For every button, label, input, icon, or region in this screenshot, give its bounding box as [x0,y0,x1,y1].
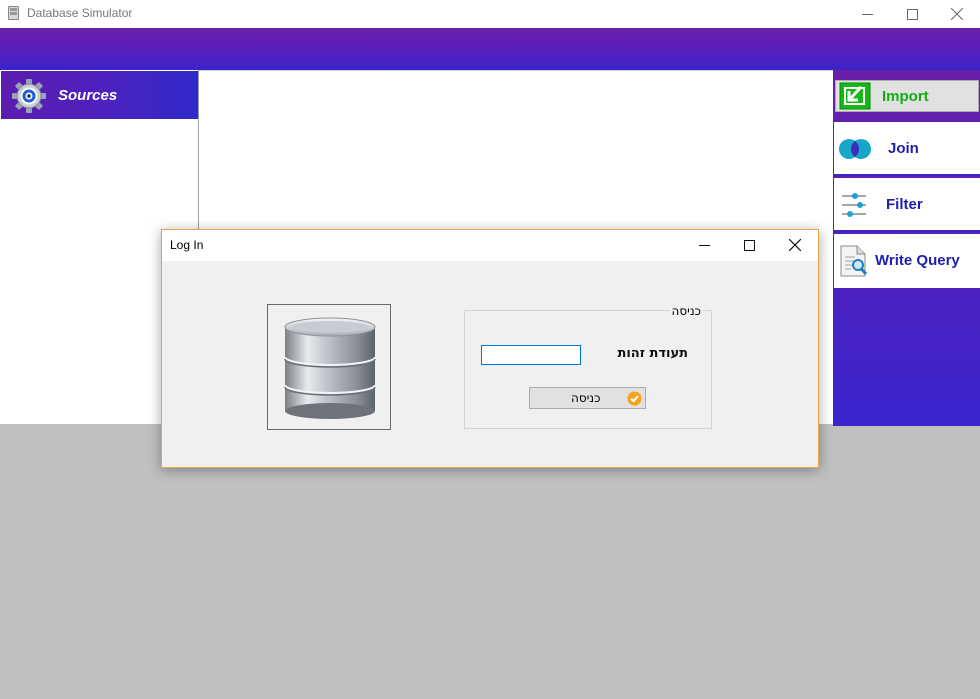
import-icon [839,82,871,110]
join-button[interactable]: Join [834,122,980,176]
id-number-input[interactable] [481,345,581,365]
login-dialog: Log In כניסה תעודת זהות כניסה [161,229,819,468]
id-number-label: תעודת זהות [617,346,688,361]
actions-panel: Import Join Filter Write Query [833,70,980,426]
close-icon [951,8,963,20]
close-icon [789,239,801,251]
dialog-close-button[interactable] [772,230,818,260]
database-icon [284,317,376,419]
filter-button[interactable]: Filter [834,178,980,232]
check-icon [627,391,642,406]
title-bar: Database Simulator [0,0,980,28]
header-band [0,28,980,70]
write-query-button[interactable]: Write Query [834,234,980,288]
maximize-icon [906,8,918,20]
minimize-icon [698,244,710,246]
dialog-title-bar: Log In [162,230,818,261]
maximize-icon [743,239,755,251]
database-image [267,304,391,430]
sources-header[interactable]: Sources [1,71,198,119]
login-group-title: כניסה [669,304,703,318]
app-icon [8,6,19,20]
sources-label: Sources [58,87,118,104]
window-title: Database Simulator [27,6,133,20]
login-group: כניסה תעודת זהות כניסה [464,304,712,429]
import-label: Import [882,88,929,105]
join-label: Join [888,140,919,157]
filter-sliders-icon [842,193,866,217]
login-button[interactable]: כניסה [529,387,646,409]
minimize-icon [861,13,873,15]
import-button[interactable]: Import [835,80,979,112]
dialog-minimize-button[interactable] [681,230,727,260]
write-query-label: Write Query [875,252,960,269]
maximize-button[interactable] [889,0,935,28]
login-button-label: כניסה [571,391,601,405]
filter-label: Filter [886,196,923,213]
dialog-maximize-button[interactable] [726,230,772,260]
document-search-icon [840,245,868,277]
minimize-button[interactable] [844,0,890,28]
database-simulator-window: Database Simulator Sources Import Join F… [0,0,980,699]
close-button[interactable] [934,0,980,28]
actions-panel-footer [834,399,980,426]
gear-icon [12,79,46,113]
join-icon [839,139,871,159]
dialog-title: Log In [170,238,204,252]
